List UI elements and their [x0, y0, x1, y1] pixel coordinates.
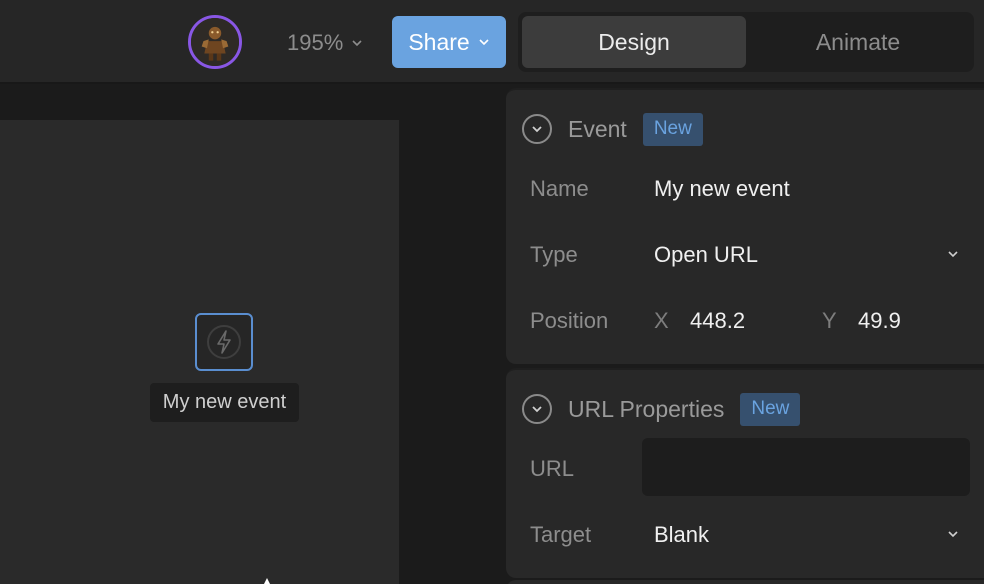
chevron-down-icon — [479, 39, 489, 46]
type-label: Type — [530, 242, 578, 267]
new-badge: New — [642, 112, 703, 146]
x-position-field[interactable]: 448.2 — [690, 308, 745, 334]
tab-animate[interactable]: Animate — [746, 16, 970, 68]
chevron-down-icon[interactable] — [947, 528, 959, 540]
zoom-dropdown[interactable]: 195% — [287, 28, 363, 58]
collapse-url-button[interactable] — [522, 394, 552, 424]
collapse-event-button[interactable] — [522, 114, 552, 144]
next-panel-edge — [506, 580, 984, 584]
top-toolbar: 195% Share Design Animate — [0, 0, 984, 84]
y-position-field[interactable]: 49.9 — [858, 308, 901, 334]
chevron-down-icon — [532, 406, 542, 413]
url-section-header: URL Properties New — [522, 392, 801, 426]
target-dropdown[interactable]: Blank — [654, 522, 709, 548]
chevron-down-icon — [352, 40, 362, 47]
zoom-value: 195% — [287, 30, 344, 55]
name-field[interactable]: My new event — [654, 176, 790, 202]
lightning-bolt-icon — [207, 325, 241, 359]
user-avatar[interactable] — [188, 15, 242, 69]
event-section-title: Event — [568, 115, 627, 142]
y-axis-label: Y — [822, 308, 837, 333]
share-label: Share — [408, 28, 470, 55]
chevron-down-icon — [532, 126, 542, 133]
new-badge: New — [740, 392, 801, 426]
name-label: Name — [530, 176, 589, 201]
event-section-header: Event New — [522, 112, 703, 146]
chevron-down-icon[interactable] — [947, 248, 959, 260]
url-label: URL — [530, 456, 575, 481]
event-panel: Event New Name My new event Type Open UR… — [506, 88, 984, 364]
position-label: Position — [530, 308, 609, 333]
event-node[interactable] — [195, 313, 253, 371]
url-properties-panel: URL Properties New URL Target Blank — [506, 368, 984, 578]
share-button[interactable]: Share — [392, 16, 506, 68]
url-section-title: URL Properties — [568, 395, 725, 422]
canvas-header — [0, 88, 502, 120]
type-dropdown[interactable]: Open URL — [654, 242, 758, 268]
target-label: Target — [530, 522, 592, 547]
x-axis-label: X — [654, 308, 669, 333]
event-node-label: My new event — [150, 383, 299, 422]
tab-design[interactable]: Design — [522, 16, 746, 68]
url-input[interactable] — [642, 438, 970, 496]
mode-switcher: Design Animate — [518, 12, 974, 72]
user-avatar-icon — [191, 18, 239, 66]
mouse-cursor-icon — [264, 578, 270, 584]
